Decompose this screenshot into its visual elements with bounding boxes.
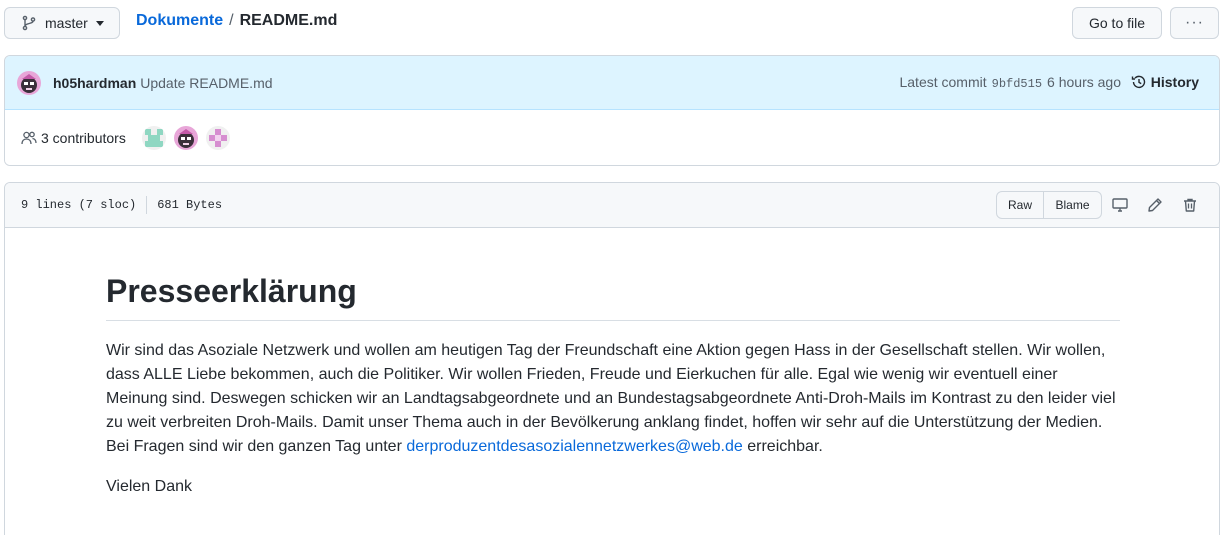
- desktop-icon[interactable]: [1112, 197, 1128, 217]
- breadcrumb-separator: /: [229, 12, 234, 29]
- author-avatar[interactable]: [17, 70, 41, 95]
- contributor-avatar[interactable]: [205, 126, 230, 150]
- pencil-icon[interactable]: [1147, 197, 1163, 217]
- readme-content: Presseerklärung Wir sind das Asoziale Ne…: [106, 271, 1120, 499]
- readme-closing: Vielen Dank: [106, 478, 192, 495]
- commit-time: 6 hours ago: [1047, 74, 1121, 90]
- breadcrumb-file-name: README.md: [239, 12, 338, 29]
- breadcrumb-repo-link[interactable]: Dokumente: [136, 12, 223, 30]
- history-label: History: [1150, 74, 1199, 90]
- latest-commit-row: h05hardman Update README.md Latest commi…: [5, 56, 1219, 110]
- readme-title: Presseerklärung: [106, 271, 1120, 321]
- contributors-row: 3 contributors: [5, 110, 1219, 165]
- file-info-divider: [146, 196, 148, 214]
- history-icon: [1131, 75, 1145, 88]
- readme-paragraph-end: erreichbar.: [742, 438, 823, 455]
- commit-meta: Latest commit 9bfd515 6 hours ago: [899, 74, 1121, 91]
- history-link[interactable]: History: [1131, 74, 1199, 90]
- contributors-count[interactable]: 3 contributors: [41, 130, 126, 146]
- contributor-avatar[interactable]: [173, 126, 198, 150]
- more-options-button[interactable]: ···: [1170, 7, 1219, 39]
- file-navigation: master Dokumente / README.md Go to file …: [0, 0, 1222, 48]
- contributor-avatar[interactable]: [141, 126, 166, 150]
- kebab-horizontal-icon: ···: [1185, 14, 1204, 31]
- raw-button[interactable]: Raw: [997, 192, 1044, 218]
- contributor-avatars: [141, 126, 230, 150]
- commit-sha-link[interactable]: 9bfd515: [992, 77, 1042, 91]
- file-header: 9 lines (7 sloc) 681 Bytes Raw Blame: [5, 183, 1219, 228]
- file-view: 9 lines (7 sloc) 681 Bytes Raw Blame Pre…: [4, 182, 1220, 535]
- file-line-count: 9 lines (7 sloc): [21, 198, 137, 212]
- file-view-button-group: Raw Blame: [996, 191, 1102, 219]
- latest-commit-box: h05hardman Update README.md Latest commi…: [4, 55, 1220, 166]
- readme-paragraph: Wir sind das Asoziale Netzwerk und wolle…: [106, 339, 1120, 459]
- file-size: 681 Bytes: [157, 198, 223, 212]
- trash-icon[interactable]: [1182, 197, 1198, 217]
- caret-down-icon: [95, 20, 104, 26]
- email-link[interactable]: derproduzentdesasozialennetzwerkes@web.d…: [406, 438, 742, 455]
- people-icon: [21, 131, 37, 145]
- branch-name: master: [45, 15, 88, 31]
- blame-button[interactable]: Blame: [1044, 192, 1101, 218]
- commit-author-link[interactable]: h05hardman: [53, 75, 136, 91]
- branch-icon: [22, 15, 36, 31]
- latest-commit-label: Latest commit: [899, 74, 987, 90]
- go-to-file-button[interactable]: Go to file: [1072, 7, 1162, 39]
- commit-message-link[interactable]: Update README.md: [140, 75, 272, 91]
- branch-selector-button[interactable]: master: [4, 7, 120, 39]
- breadcrumb: Dokumente / README.md: [136, 10, 337, 32]
